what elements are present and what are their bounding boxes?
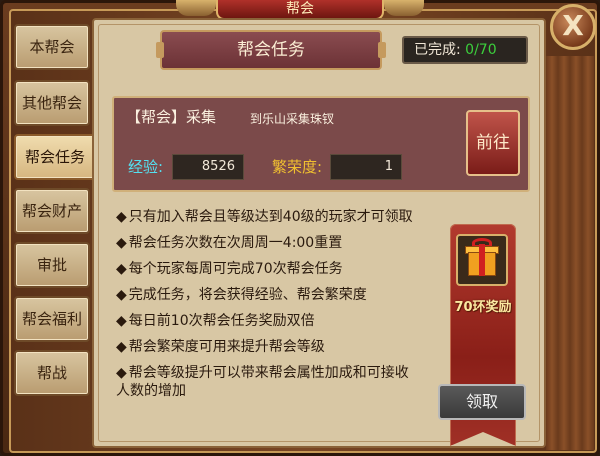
diamond-bullet-icon: ◆ [116, 339, 127, 355]
list-item: ◆ 帮会等级提升可以带来帮会属性加成和可接收人数的增加 [116, 365, 409, 399]
current-task-card: 【帮会】采集 到乐山采集珠钗 经验: 8526 繁荣度: 1 前往 [112, 96, 530, 192]
diamond-bullet-icon: ◆ [116, 287, 127, 303]
exp-label: 经验: [128, 158, 164, 176]
tab-guild-home[interactable]: 本帮会 [14, 24, 90, 70]
prosperity-label: 繁荣度: [272, 158, 323, 176]
diamond-bullet-icon: ◆ [116, 365, 127, 381]
title-ornament-right [384, 0, 424, 16]
window-title: 帮会 [216, 0, 384, 20]
list-item: ◆ 每日前10次帮会任务奖励双倍 [116, 313, 315, 329]
gift-box-icon[interactable] [456, 234, 508, 286]
list-item: ◆ 只有加入帮会且等级达到40级的玩家才可领取 [116, 209, 413, 225]
claim-button[interactable]: 领取 [438, 384, 526, 420]
completed-label: 已完成: [414, 42, 461, 58]
reward-label: 70环奖励 [454, 300, 512, 315]
tab-guild-war[interactable]: 帮战 [14, 350, 90, 396]
exp-value: 8526 [172, 154, 244, 180]
task-description: 到乐山采集珠钗 [250, 112, 335, 126]
completed-counter: 已完成: 0/70 [402, 36, 528, 64]
tab-guild-tasks[interactable]: 帮会任务 [14, 134, 96, 180]
goto-button[interactable]: 前往 [466, 110, 520, 176]
panel-title: 帮会任务 [237, 40, 305, 60]
diamond-bullet-icon: ◆ [116, 209, 127, 225]
tab-guild-welfare[interactable]: 帮会福利 [14, 296, 90, 342]
title-ornament-left [176, 0, 216, 16]
list-item: ◆ 帮会任务次数在次周周一4:00重置 [116, 235, 343, 251]
list-item: ◆ 完成任务，将会获得经验、帮会繁荣度 [116, 287, 367, 303]
close-icon: X [562, 9, 584, 42]
tab-guild-assets[interactable]: 帮会财产 [14, 188, 90, 234]
tab-approval[interactable]: 审批 [14, 242, 90, 288]
tab-other-guilds[interactable]: 其他帮会 [14, 80, 90, 126]
list-item: ◆ 帮会繁荣度可用来提升帮会等级 [116, 339, 325, 355]
plate-cap-right [378, 42, 386, 58]
diamond-bullet-icon: ◆ [116, 235, 127, 251]
prosperity-value: 1 [330, 154, 402, 180]
diamond-bullet-icon: ◆ [116, 313, 127, 329]
task-title: 【帮会】采集 [126, 108, 217, 126]
close-button[interactable]: X [550, 4, 596, 50]
diamond-bullet-icon: ◆ [116, 261, 127, 277]
wood-edge [546, 56, 594, 450]
completed-value: 0/70 [465, 42, 497, 58]
panel-title-plate: 帮会任务 [156, 30, 386, 70]
plate-cap-left [156, 42, 164, 58]
list-item: ◆ 每个玩家每周可完成70次帮会任务 [116, 261, 343, 277]
